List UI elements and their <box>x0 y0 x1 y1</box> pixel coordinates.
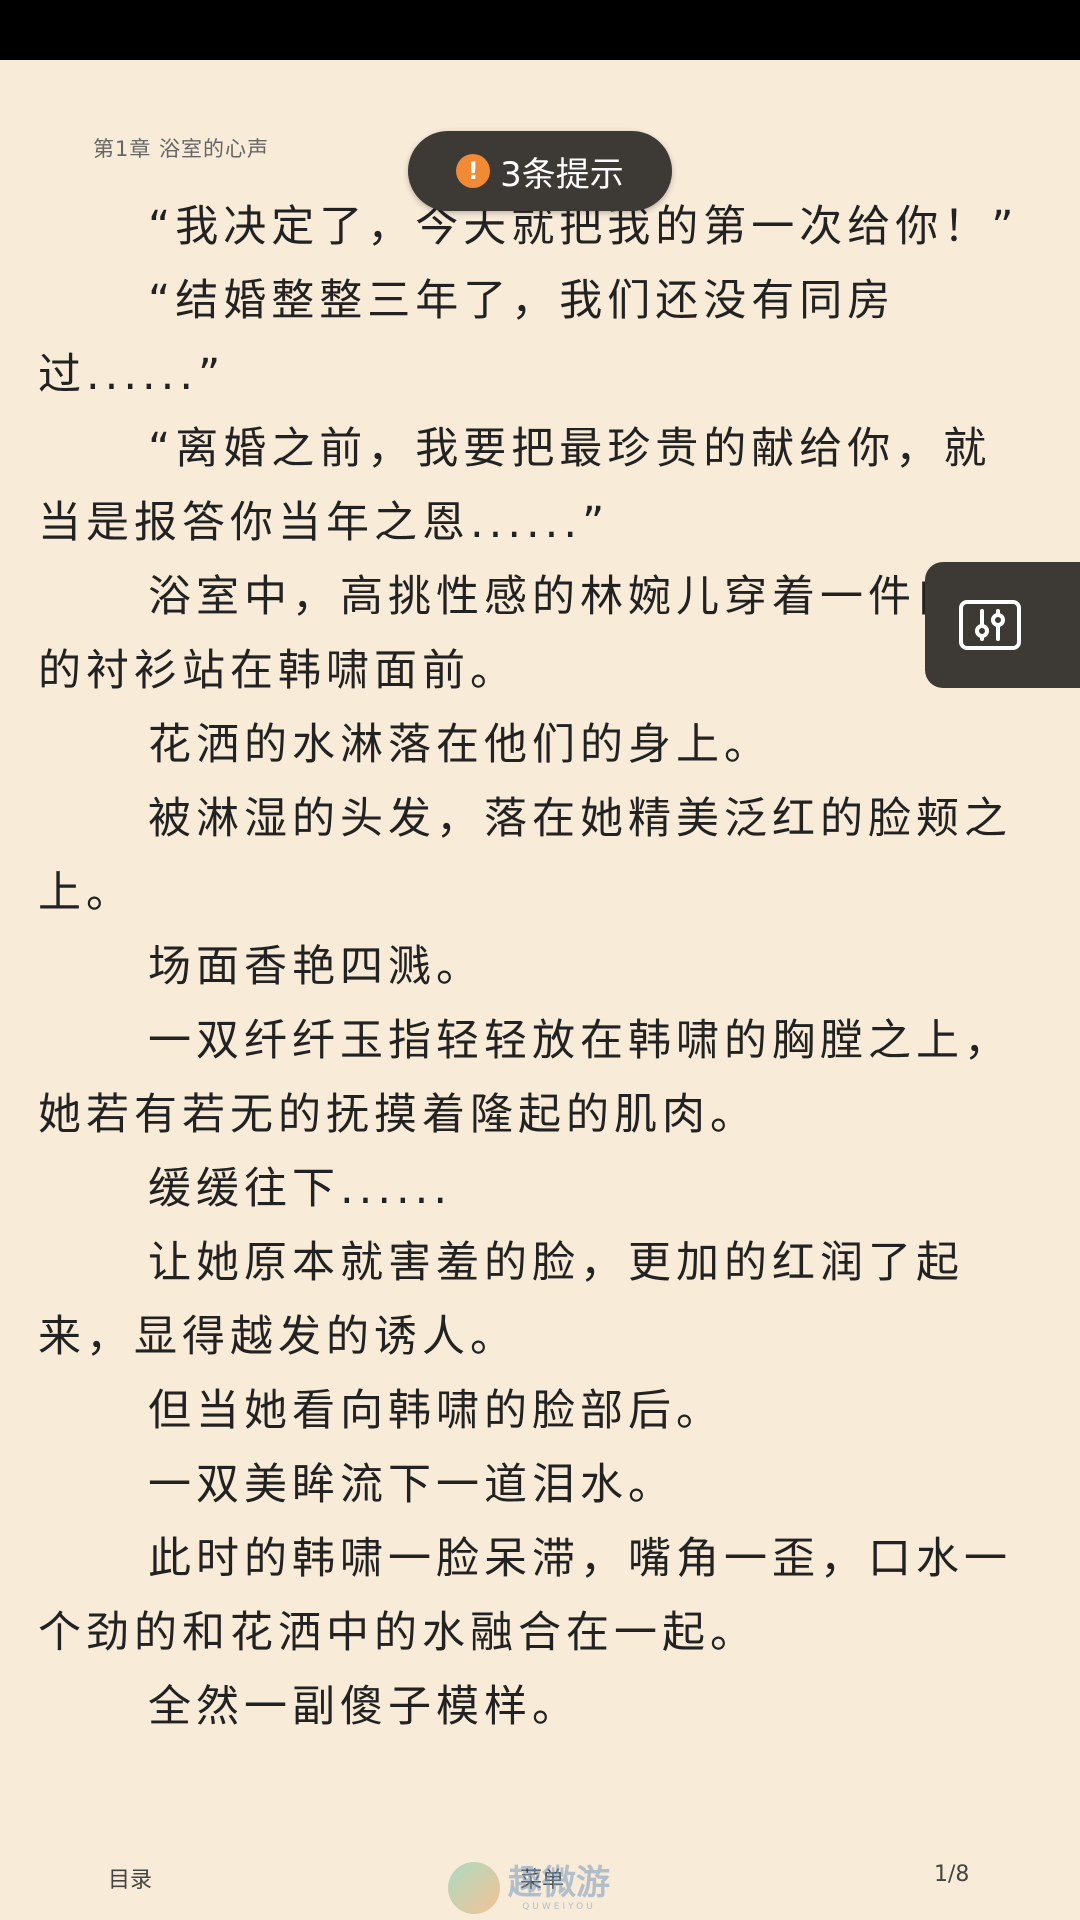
watermark-text: 趣微游 <box>508 1863 610 1903</box>
alert-icon: ! <box>456 154 491 188</box>
watermark: 趣微游 QUWEIYOU <box>448 1862 610 1914</box>
paragraph: 全然一副傻子模样。 <box>148 1682 580 1732</box>
paragraph: 缓缓往下...... <box>148 1164 453 1214</box>
paragraph: 此时的韩啸一脸呆滞，嘴角一歪，口水一个劲的和花洒中的水融合在一起。 <box>38 1534 1012 1658</box>
paragraph: 浴室中，高挑性感的林婉儿穿着一件白色的衬衫站在韩啸面前。 <box>38 572 1012 696</box>
page-indicator: 1/8 <box>934 1862 970 1887</box>
paragraph: “结婚整整三年了，我们还没有同房过......” <box>38 276 896 400</box>
reader-settings-button[interactable] <box>925 562 1080 688</box>
paragraph: 被淋湿的头发，落在她精美泛红的脸颊之上。 <box>38 794 1012 918</box>
paragraph: 让她原本就害羞的脸，更加的红润了起来，显得越发的诱人。 <box>38 1238 964 1362</box>
chapter-title: 第1章 浴室的心声 <box>93 137 270 161</box>
paragraph: 花洒的水淋落在他们的身上。 <box>148 720 772 770</box>
paragraph: 场面香艳四溅。 <box>148 942 484 992</box>
hints-button[interactable]: ! 3条提示 <box>408 131 672 211</box>
paragraph: 但当她看向韩啸的脸部后。 <box>148 1386 724 1436</box>
status-bar <box>0 0 1080 60</box>
paragraph: 一双美眸流下一道泪水。 <box>148 1460 676 1510</box>
watermark-subtext: QUWEIYOU <box>522 1902 596 1912</box>
table-of-contents-link[interactable]: 目录 <box>108 1862 152 1894</box>
paragraph: “离婚之前，我要把最珍贵的献给你，就当是报答你当年之恩......” <box>38 424 992 548</box>
reading-content[interactable]: “我决定了，今天就把我的第一次给你！” “结婚整整三年了，我们还没有同房过...… <box>38 190 1038 1744</box>
hints-label: 3条提示 <box>500 154 624 195</box>
sliders-icon <box>959 600 1021 650</box>
watermark-logo-icon <box>448 1862 500 1914</box>
paragraph: 一双纤纤玉指轻轻放在韩啸的胸膛之上，她若有若无的抚摸着隆起的肌肉。 <box>38 1016 1012 1140</box>
